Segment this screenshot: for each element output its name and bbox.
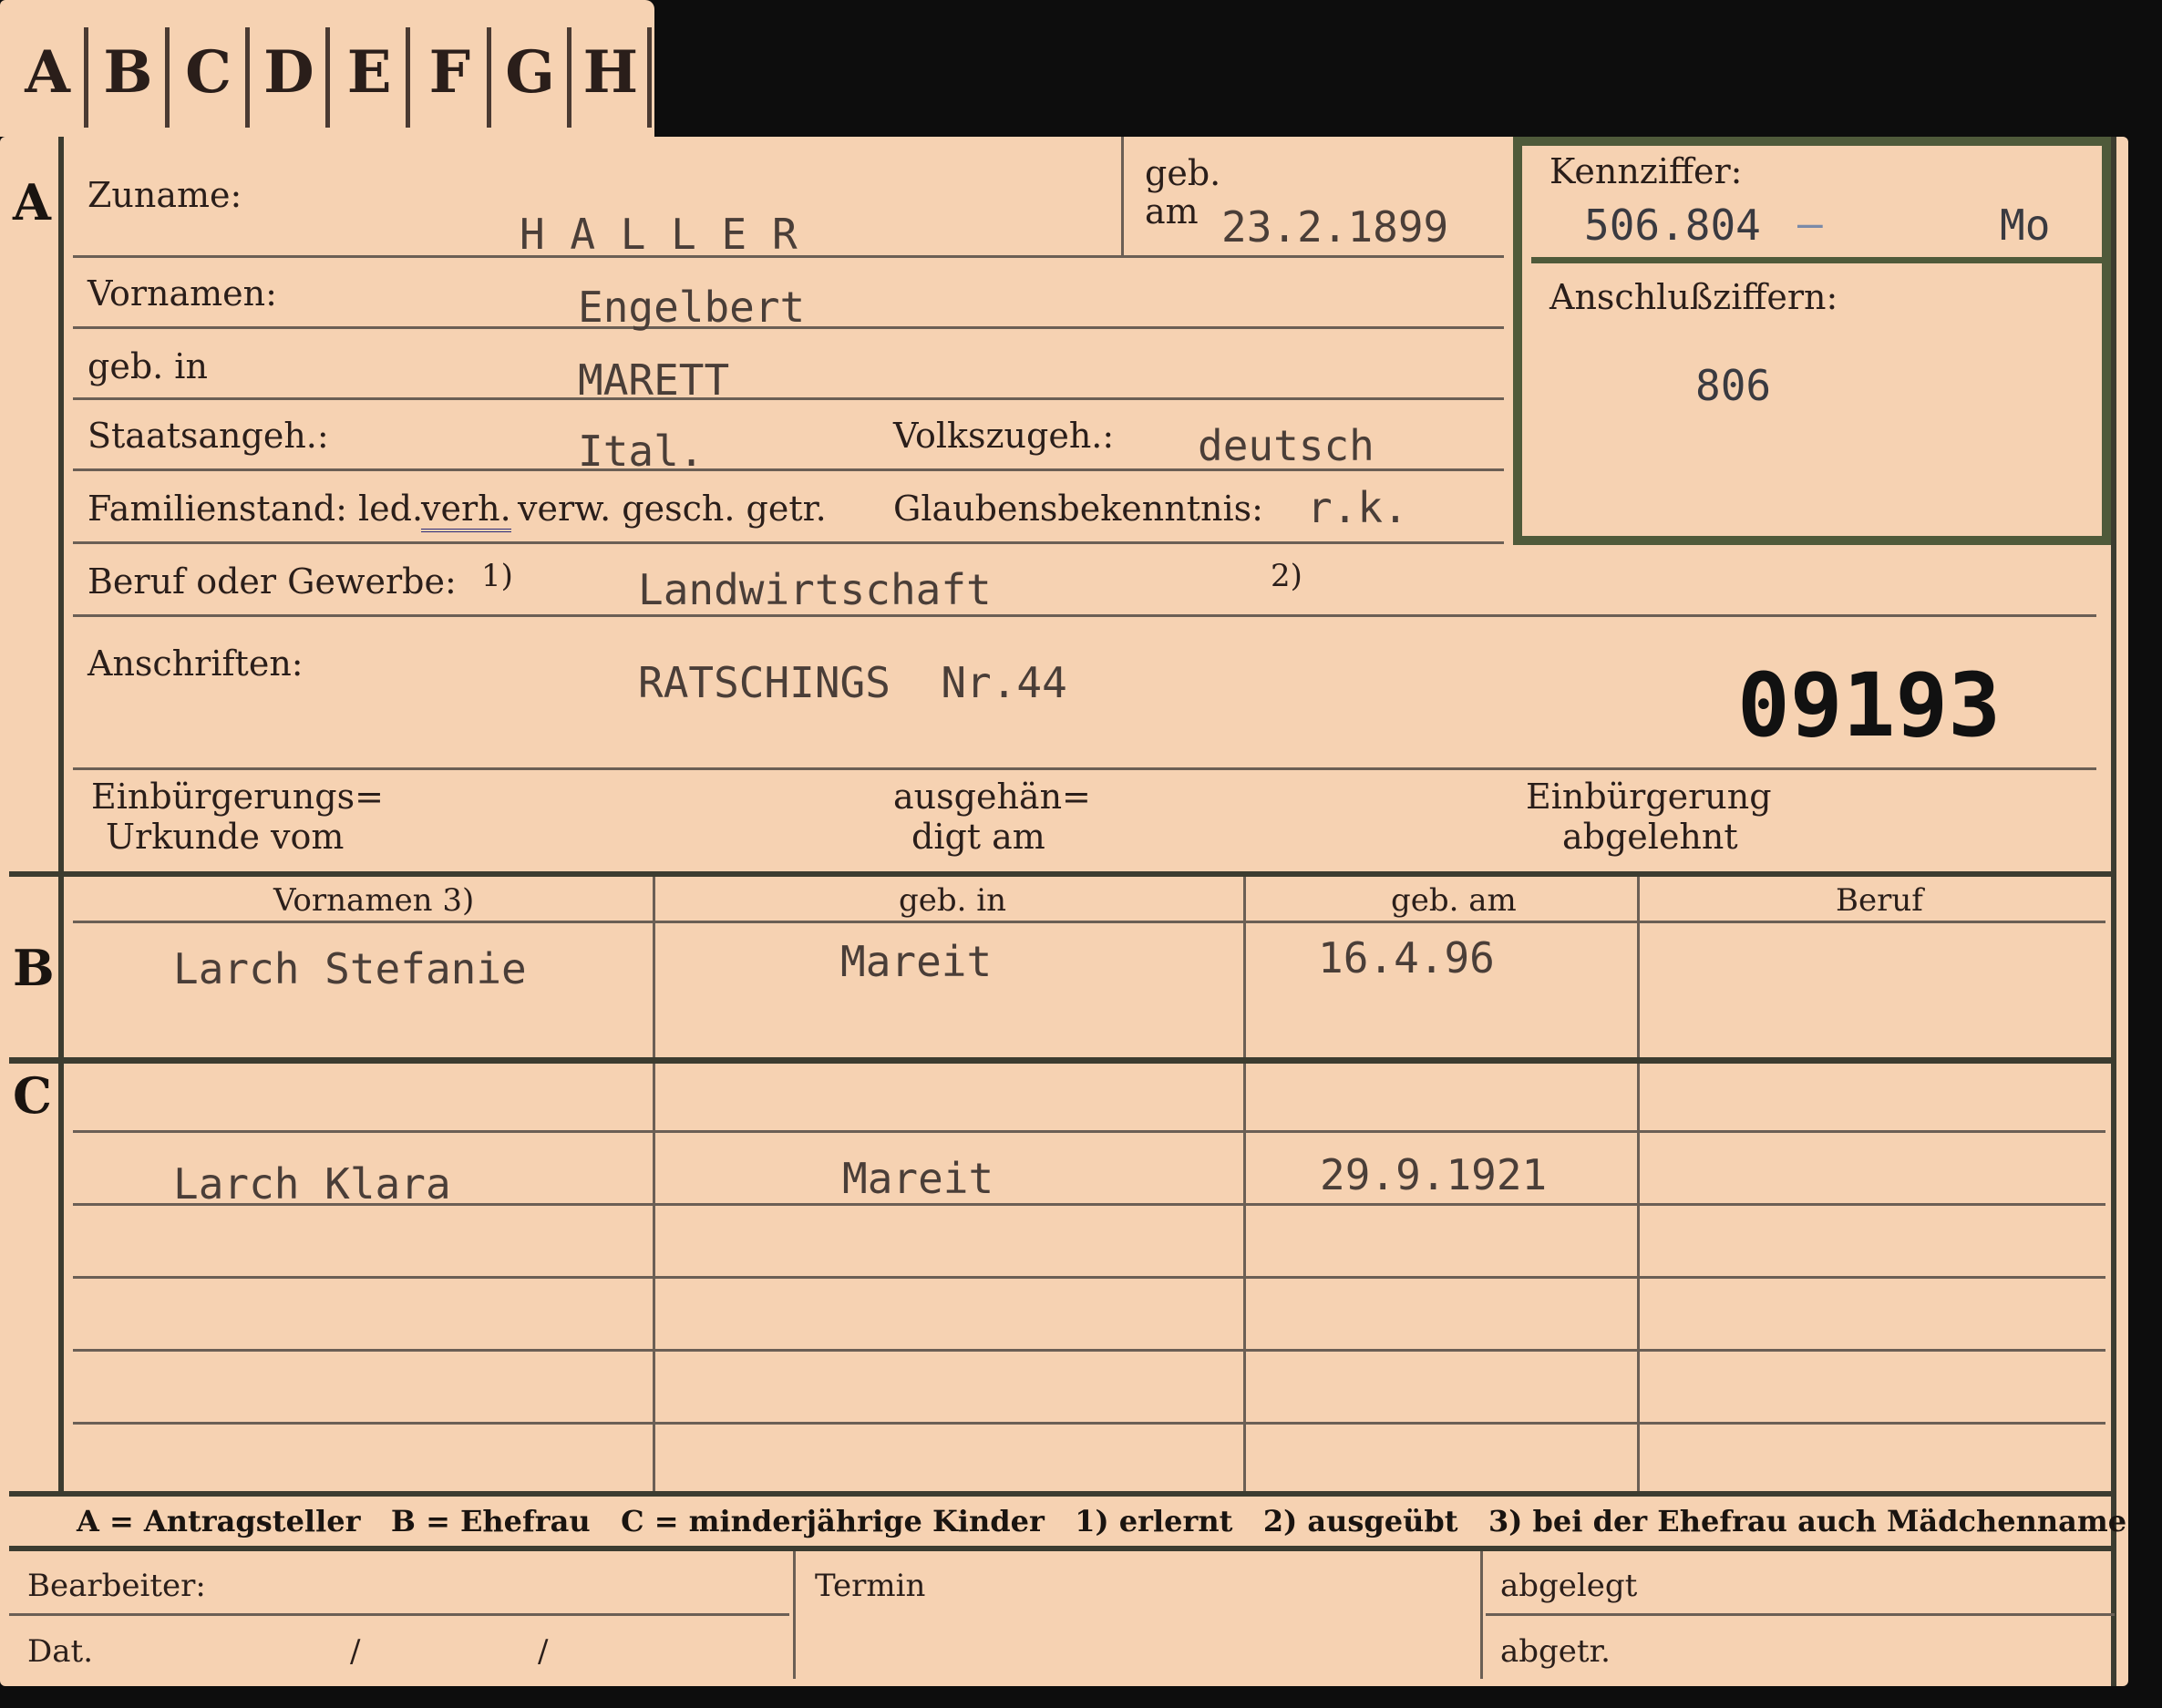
- left-margin-line: [58, 137, 64, 1495]
- follow-up-number-value: 806: [1695, 361, 1772, 410]
- marital-status-options: verw. gesch. getr.: [518, 489, 827, 529]
- row-line: [73, 767, 2096, 770]
- identifier-value: 506.804: [1584, 201, 1761, 250]
- row-line: [73, 541, 1504, 544]
- child-name: Larch Klara: [173, 1159, 451, 1209]
- identifier-suffix: Mo: [2000, 201, 2051, 250]
- box-divider: [1531, 257, 2105, 263]
- naturalization-cert-label-2: Urkunde vom: [106, 817, 345, 857]
- col-line: [1121, 137, 1124, 255]
- row-line: [73, 1349, 2105, 1352]
- row-line: [73, 614, 2096, 617]
- tab-f: F: [413, 27, 491, 128]
- religion-label: Glaubensbekenntnis:: [893, 489, 1263, 529]
- date-separator-2: /: [538, 1633, 549, 1670]
- section-b-marker: B: [13, 939, 55, 997]
- handed-out-label-1: ausgehän=: [893, 777, 1091, 817]
- section-divider-b: [9, 871, 2115, 877]
- spouse-birth-date: 16.4.96: [1318, 933, 1495, 983]
- row-line: [73, 1422, 2105, 1425]
- legend-bottom-line: [9, 1546, 2115, 1551]
- legend-top-line: [9, 1491, 2115, 1497]
- filed-label: abgelegt: [1500, 1568, 1638, 1604]
- child-birthplace: Mareit: [842, 1154, 994, 1203]
- ethnicity-label: Volkszugeh.:: [893, 416, 1115, 456]
- deadline-label: Termin: [815, 1568, 926, 1604]
- spouse-name: Larch Stefanie: [173, 944, 527, 993]
- date-separator-1: /: [350, 1633, 361, 1670]
- tab-h: H: [574, 27, 652, 128]
- row-line: [73, 1130, 2105, 1133]
- alphabet-tabs: A B C D E F G H: [0, 0, 654, 137]
- marital-married-marked: verh.: [421, 489, 511, 532]
- section-a-marker: A: [13, 173, 51, 232]
- col-header-birth-date: geb. am: [1391, 882, 1517, 919]
- born-label: geb.: [1145, 153, 1221, 193]
- birth-date-value: 23.2.1899: [1221, 202, 1449, 252]
- row-line: [9, 1613, 789, 1616]
- ethnicity-value: deutsch: [1198, 421, 1374, 470]
- col-line: [1480, 1551, 1483, 1679]
- card-number-stamp: 09193: [1737, 654, 2001, 756]
- section-divider-c: [9, 1057, 2115, 1064]
- naturalization-refused-label-1: Einbürgerung: [1526, 777, 1772, 817]
- surname-value: H A L L E R: [520, 210, 798, 259]
- identifier-dash: –: [1797, 199, 1823, 248]
- right-edge-line: [2111, 137, 2116, 1686]
- date-label: Dat.: [27, 1633, 94, 1670]
- addresses-label: Anschriften:: [88, 643, 304, 684]
- first-names-value: Engelbert: [578, 283, 806, 332]
- row-line: [1486, 1613, 2115, 1616]
- naturalization-refused-label-2: abgelehnt: [1562, 817, 1738, 857]
- address-value: RATSCHINGS Nr.44: [638, 658, 1067, 707]
- table-header-line: [73, 921, 2105, 923]
- legend-text: A = Antragsteller B = Ehefrau C = minder…: [77, 1504, 2127, 1538]
- col-line: [1243, 877, 1246, 1057]
- occupation-label: Beruf oder Gewerbe:: [88, 561, 457, 602]
- born-on-label: am: [1145, 191, 1199, 232]
- child-birth-date: 29.9.1921: [1320, 1150, 1548, 1199]
- col-line: [793, 1551, 796, 1679]
- col-header-birthplace: geb. in: [899, 882, 1007, 919]
- footnote-2-mark: 2): [1271, 558, 1302, 594]
- tab-d: D: [252, 27, 330, 128]
- col-header-first-names: Vornamen 3): [273, 882, 475, 919]
- naturalization-cert-label-1: Einbürgerungs=: [91, 777, 384, 817]
- occupation-value: Landwirtschaft: [638, 565, 992, 614]
- col-header-occupation: Beruf: [1836, 882, 1923, 919]
- follow-up-numbers-label: Anschlußziffern:: [1549, 277, 1838, 317]
- handed-out-label-2: digt am: [911, 817, 1045, 857]
- birthplace-value: MARETT: [578, 355, 730, 405]
- first-names-label: Vornamen:: [88, 273, 277, 314]
- col-line: [653, 877, 655, 1057]
- citizenship-label: Staatsangeh.:: [88, 416, 329, 456]
- surname-label: Zuname:: [88, 175, 242, 215]
- tab-c: C: [172, 27, 250, 128]
- tab-a: A: [11, 27, 89, 128]
- section-c-marker: C: [13, 1066, 52, 1125]
- marital-status-label: Familienstand: led.: [88, 489, 424, 529]
- identifier-label: Kennziffer:: [1549, 151, 1743, 191]
- religion-value: r.k.: [1307, 483, 1408, 532]
- row-line: [73, 397, 1504, 400]
- processor-label: Bearbeiter:: [27, 1568, 206, 1604]
- removed-label: abgetr.: [1500, 1633, 1611, 1670]
- spouse-birthplace: Mareit: [840, 937, 993, 986]
- col-line: [1637, 877, 1640, 1057]
- birthplace-label: geb. in: [88, 346, 208, 386]
- tab-b: B: [91, 27, 170, 128]
- footnote-1-mark: 1): [481, 558, 513, 594]
- citizenship-value: Ital.: [578, 427, 705, 476]
- tab-e: E: [333, 27, 411, 128]
- tab-g: G: [494, 27, 571, 128]
- row-line: [73, 1276, 2105, 1279]
